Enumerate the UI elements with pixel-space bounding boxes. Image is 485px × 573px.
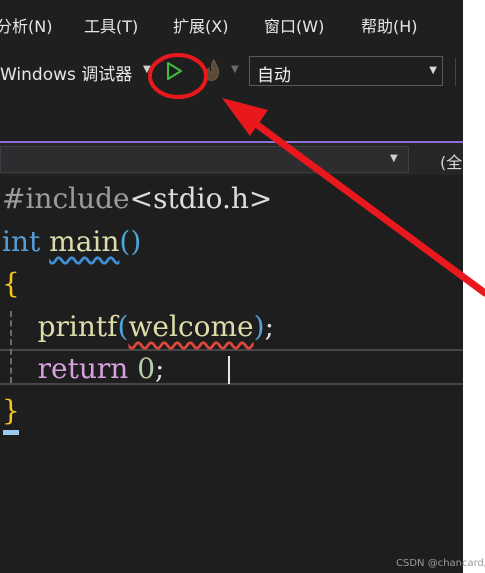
semicolon: ; — [264, 310, 274, 343]
member-scope-dropdown[interactable]: (全 — [440, 149, 462, 173]
menu-tools[interactable]: 工具(T) — [84, 13, 138, 37]
return-value: 0 — [137, 352, 156, 385]
hot-reload-chevron-icon[interactable]: ▼ — [231, 64, 239, 75]
include-header: <stdio.h> — [129, 182, 273, 215]
printf-close-paren: ) — [253, 310, 265, 343]
undefined-identifier: welcome — [128, 310, 254, 343]
menu-bar: 分析(N) 工具(T) 扩展(X) 窗口(W) 帮助(H) — [0, 0, 463, 48]
brace-match-highlight — [3, 430, 19, 435]
menu-extensions[interactable]: 扩展(X) — [173, 13, 228, 37]
menu-help[interactable]: 帮助(H) — [361, 13, 418, 37]
menu-analyze[interactable]: 分析(N) — [0, 13, 52, 37]
code-line-2[interactable]: int main() — [2, 221, 141, 263]
printf-open-paren: ( — [117, 310, 129, 343]
code-line-5[interactable]: return 0; — [2, 348, 165, 390]
scope-chevron-down-icon[interactable]: ▼ — [390, 153, 398, 164]
keyword-int: int — [2, 225, 41, 258]
toolbar-separator — [455, 58, 456, 86]
tab-strip-area — [0, 94, 463, 142]
watermark-text: CSDN @chancard康 — [396, 558, 485, 569]
code-line-6[interactable]: } — [2, 390, 20, 432]
text-caret — [228, 356, 230, 384]
close-brace: } — [2, 394, 20, 427]
code-line-3[interactable]: { — [2, 263, 20, 305]
debugger-target-label[interactable]: Windows 调试器 — [0, 60, 132, 85]
semicolon: ; — [155, 352, 165, 385]
ide-window: 分析(N) 工具(T) 扩展(X) 窗口(W) 帮助(H) Windows 调试… — [0, 0, 463, 573]
code-line-4[interactable]: printf(welcome); — [2, 306, 274, 348]
function-printf: printf — [37, 310, 118, 343]
open-brace: { — [2, 267, 20, 300]
chevron-down-icon: ▼ — [429, 65, 437, 76]
main-parens: () — [119, 225, 142, 258]
code-line-1[interactable]: #include<stdio.h> — [2, 178, 272, 220]
project-scope-dropdown[interactable] — [0, 146, 409, 173]
hot-reload-flame-icon[interactable] — [200, 58, 224, 84]
configuration-select[interactable]: 自动 ▼ — [249, 56, 443, 86]
keyword-return: return — [37, 352, 129, 385]
configuration-value: 自动 — [257, 66, 291, 86]
function-main: main — [49, 225, 120, 258]
menu-window[interactable]: 窗口(W) — [264, 13, 324, 37]
preprocessor-directive: #include — [2, 182, 130, 215]
play-icon[interactable] — [164, 60, 184, 82]
debugger-dropdown-chevron-icon[interactable]: ▼ — [143, 64, 151, 75]
